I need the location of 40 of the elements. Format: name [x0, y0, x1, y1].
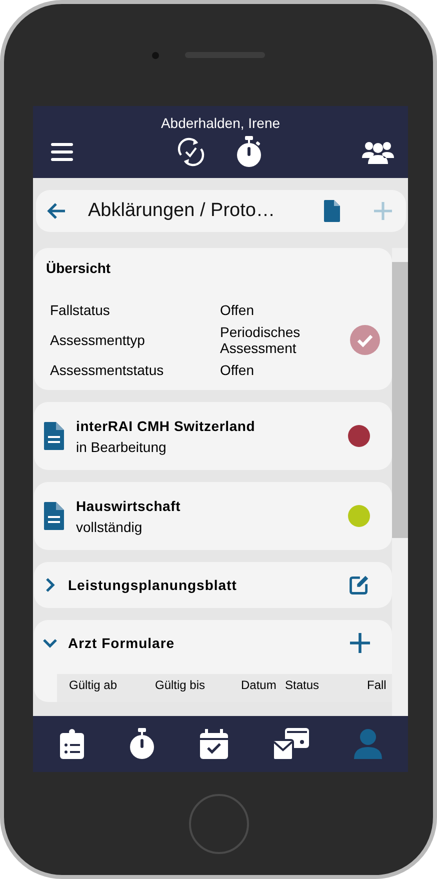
- column-header: Gültig ab: [69, 678, 118, 692]
- field-value: Offen: [220, 362, 255, 378]
- users-icon[interactable]: [362, 140, 394, 164]
- column-header: Gültig bis: [155, 678, 206, 692]
- check-circle-icon: [350, 325, 380, 355]
- messages-icon: [272, 728, 308, 760]
- camera-icon: [152, 52, 159, 58]
- document-title: interRAI CMH Switzerland: [76, 418, 256, 434]
- field-label: Assessmenttyp: [50, 332, 146, 348]
- document-card[interactable]: Hauswirtschaft vollständig: [34, 482, 392, 550]
- page-title: Abklärungen / Proto…: [88, 200, 275, 222]
- section-title: Arzt Formulare: [68, 635, 175, 651]
- stopwatch-icon: [128, 728, 154, 760]
- patient-name: Abderhalden, Irene: [160, 115, 280, 131]
- document-status: vollständig: [76, 518, 144, 534]
- calendar-check-icon: [200, 729, 228, 759]
- field-value: Offen: [220, 302, 255, 318]
- scrollbar[interactable]: [392, 248, 408, 716]
- document-icon: [44, 422, 64, 450]
- sync-icon[interactable]: [177, 135, 205, 169]
- column-header: Datum: [241, 678, 278, 692]
- field-label: Fallstatus: [50, 302, 111, 318]
- document-icon: [44, 502, 64, 530]
- field-value: Periodisches Assessment: [220, 324, 302, 356]
- add-icon[interactable]: [350, 633, 370, 653]
- document-card[interactable]: interRAI CMH Switzerland in Bearbeitung: [34, 402, 392, 470]
- field-label: Assessmentstatus: [50, 362, 165, 378]
- back-arrow-icon[interactable]: [46, 202, 66, 220]
- column-header: Status: [285, 678, 320, 692]
- document-title: Hauswirtschaft: [76, 498, 181, 514]
- document-status: in Bearbeitung: [76, 438, 168, 454]
- edit-icon[interactable]: [348, 574, 370, 596]
- overview-title: Übersicht: [46, 260, 112, 276]
- user-icon: [354, 729, 382, 759]
- menu-icon[interactable]: [51, 143, 73, 161]
- column-header: Fall: [367, 678, 388, 692]
- document-icon[interactable]: [324, 200, 340, 222]
- section-title: Leistungsplanungsblatt: [68, 577, 237, 593]
- clipboard-list-icon: [60, 729, 84, 759]
- stopwatch-icon[interactable]: [236, 136, 262, 168]
